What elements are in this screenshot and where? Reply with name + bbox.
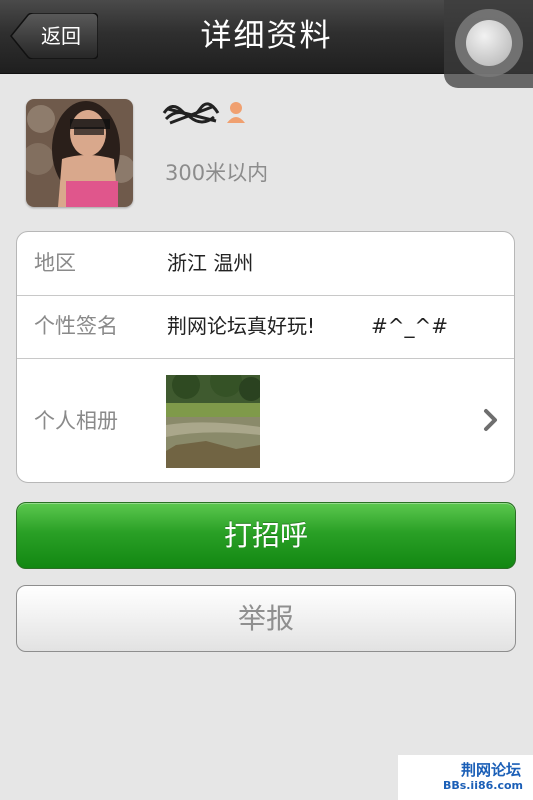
greet-button[interactable]: 打招呼 [16,502,516,569]
watermark-brand: 荆网论坛 [460,761,521,779]
region-value: 浙江 温州 [167,251,254,275]
album-label: 个人相册 [34,409,118,433]
signature-row: 个性签名 荆网论坛真好玩! #^_^# [17,295,514,359]
person-icon [227,102,245,123]
signature-label: 个性签名 [34,314,118,338]
assistive-touch-icon [466,20,512,66]
avatar[interactable] [26,99,133,207]
region-row: 地区 浙江 温州 [17,232,514,296]
album-row[interactable]: 个人相册 [17,358,514,482]
chevron-right-icon [484,409,497,431]
region-label: 地区 [34,251,76,275]
info-card: 地区 浙江 温州 个性签名 荆网论坛真好玩! #^_^# 个人相册 [16,231,515,483]
back-button[interactable]: 返回 [10,13,98,59]
report-button[interactable]: 举报 [16,585,516,652]
watermark: 荆网论坛 BBs.ii86.com [398,755,533,800]
back-button-label: 返回 [41,24,81,48]
page-title: 详细资料 [200,18,333,54]
signature-emoticon: #^_^# [371,314,449,338]
album-thumbnail[interactable] [166,375,260,468]
distance-label: 300米以内 [165,161,269,185]
avatar-photo [26,99,133,207]
assistive-touch-button[interactable] [444,0,533,88]
watermark-url: BBs.ii86.com [442,779,523,792]
signature-value: 荆网论坛真好玩! [167,314,316,338]
name-redacted-scribble [162,102,220,125]
